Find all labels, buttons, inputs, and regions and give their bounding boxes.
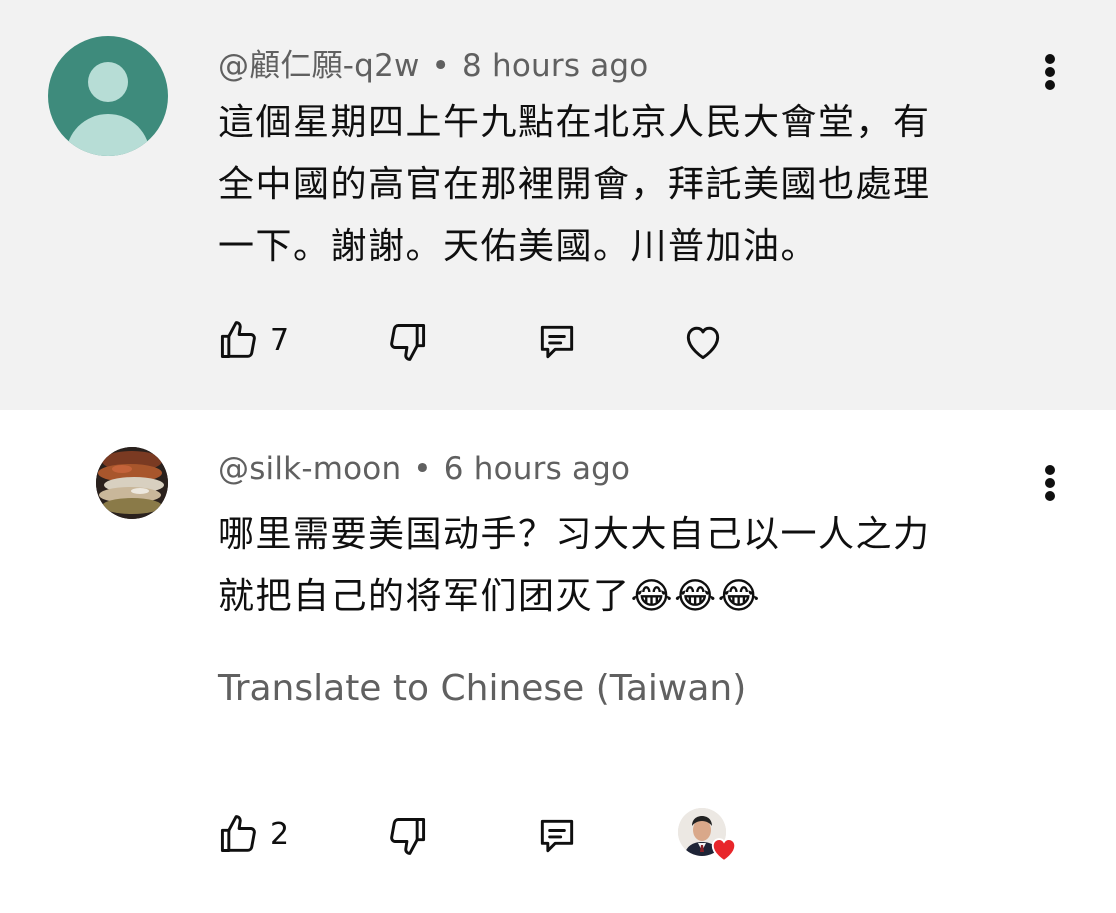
comment-line: 一下。謝謝。天佑美國。川普加油。: [218, 226, 819, 267]
comment-author-handle[interactable]: @顧仁願-q2w: [218, 48, 420, 84]
reply-comment-icon: [540, 325, 574, 359]
like-count: 7: [270, 322, 290, 358]
avatar-body: [66, 114, 150, 156]
comment-line: 哪里需要美国动手？习大大自己以一人之力: [218, 514, 931, 555]
comment-timestamp[interactable]: 8 hours ago: [462, 48, 648, 84]
thumbs-up-icon: [220, 815, 256, 852]
translate-link[interactable]: Translate to Chinese (Taiwan): [218, 668, 746, 709]
heart-badge-icon: [711, 838, 737, 862]
comment-line: 就把自己的将军们团灭了😂😂😂: [218, 576, 762, 617]
heart-outline-icon: [686, 326, 720, 360]
avatar-head: [88, 62, 128, 102]
like-button[interactable]: 2: [216, 810, 289, 858]
more-options-button[interactable]: [1034, 50, 1066, 94]
like-button[interactable]: 7: [216, 316, 289, 364]
comment-line: 這個星期四上午九點在北京人民大會堂，有: [218, 102, 931, 143]
reply-button[interactable]: [534, 318, 580, 366]
comment-thread-parent: @顧仁願-q2w • 8 hours ago 這個星期四上午九點在北京人民大會堂，有…: [0, 0, 1116, 410]
meta-separator: •: [431, 48, 451, 84]
meta-separator: •: [413, 451, 432, 487]
creator-heart-button[interactable]: [680, 318, 726, 366]
comment-meta: @silk-moon • 6 hours ago: [218, 451, 630, 487]
dislike-button[interactable]: [386, 318, 430, 366]
reply-button[interactable]: [534, 812, 580, 860]
avatar-image: [96, 447, 168, 519]
comment-author-handle[interactable]: @silk-moon: [218, 451, 401, 487]
comment-timestamp[interactable]: 6 hours ago: [444, 451, 630, 487]
dislike-button[interactable]: [386, 812, 430, 860]
creator-heart-indicator[interactable]: [678, 808, 742, 868]
thumbs-down-icon: [390, 818, 426, 855]
more-options-button[interactable]: [1034, 461, 1066, 505]
default-user-avatar[interactable]: [48, 36, 168, 156]
thumbs-up-icon: [220, 321, 256, 358]
comment-body: 這個星期四上午九點在北京人民大會堂，有 全中國的高官在那裡開會，拜託美國也處理 …: [218, 92, 1018, 278]
more-vertical-icon: [1045, 465, 1055, 475]
comment-meta: @顧仁願-q2w • 8 hours ago: [218, 40, 648, 85]
comment-body: 哪里需要美国动手？习大大自己以一人之力 就把自己的将军们团灭了😂😂😂: [218, 504, 1018, 628]
user-avatar-photo[interactable]: [96, 447, 168, 519]
comment-line: 全中國的高官在那裡開會，拜託美國也處理: [218, 164, 931, 205]
reply-comment-icon: [540, 819, 574, 853]
thumbs-down-icon: [390, 324, 426, 361]
more-vertical-icon: [1045, 54, 1055, 64]
comment-thread-reply: @silk-moon • 6 hours ago 哪里需要美国动手？习大大自己以一人…: [0, 410, 1116, 913]
like-count: 2: [270, 816, 290, 852]
